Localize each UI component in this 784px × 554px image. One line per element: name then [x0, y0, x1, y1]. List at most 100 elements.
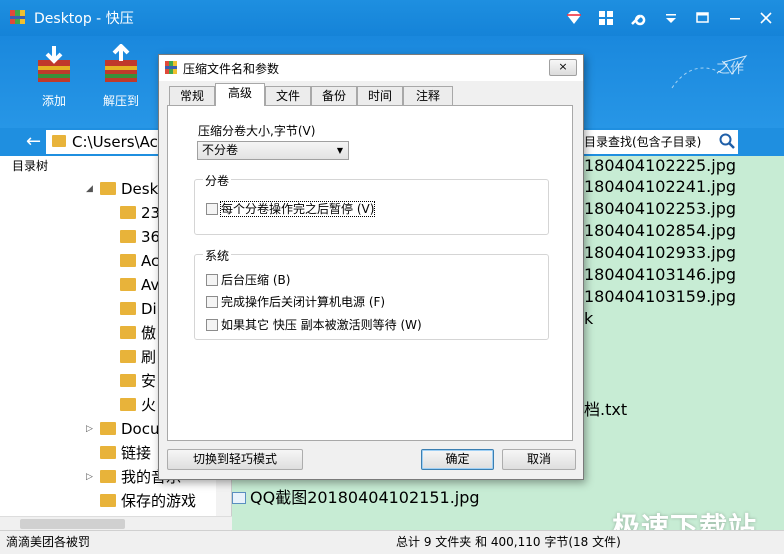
folder-icon	[100, 182, 116, 195]
wait-other-instance-checkbox[interactable]: 如果其它 快压 副本被激活则等待 (W)	[206, 316, 422, 333]
checkbox-box[interactable]	[206, 296, 218, 308]
path-input[interactable]: C:\Users\Ac	[46, 130, 159, 154]
tree-item[interactable]: 保存的游戏	[100, 490, 196, 512]
background-compress-checkbox[interactable]: 后台压缩 (B)	[206, 271, 290, 288]
tree-item-label: Ac	[141, 252, 160, 270]
list-item[interactable]: 180404102225.jpg	[584, 156, 736, 175]
tab-comment[interactable]: 注释	[403, 86, 453, 105]
status-summary: 总计 9 文件夹 和 400,110 字节(18 文件)	[396, 535, 621, 549]
restore-icon[interactable]	[692, 7, 714, 29]
folder-icon	[120, 278, 136, 291]
tab-advanced[interactable]: 高级	[215, 83, 265, 106]
folder-icon	[120, 350, 136, 363]
folder-icon	[100, 494, 116, 507]
paper-plane-icon	[671, 55, 748, 89]
split-size-select[interactable]: 不分卷 ▼	[197, 141, 349, 160]
list-item[interactable]: 180404102854.jpg	[584, 221, 736, 240]
tree-item-label: 刷	[141, 348, 157, 366]
tab-files[interactable]: 文件	[265, 86, 311, 105]
cancel-button[interactable]: 取消	[502, 449, 576, 470]
tree-item[interactable]: 火	[120, 394, 156, 416]
checkbox-box[interactable]	[206, 203, 218, 215]
list-item[interactable]: 180404103159.jpg	[584, 287, 736, 306]
list-item[interactable]: 档.txt	[584, 396, 627, 420]
list-item[interactable]: 180404102241.jpg	[584, 177, 736, 196]
expand-arrow-icon[interactable]: ▷	[86, 418, 93, 440]
tree-item[interactable]: 23	[120, 202, 160, 224]
split-group-title: 分卷	[203, 172, 232, 189]
tree-item[interactable]: ◢ Desk	[86, 178, 158, 200]
checkbox-box[interactable]	[206, 319, 218, 331]
search-placeholder: 目录查找(包含子目录)	[584, 135, 702, 149]
list-item[interactable]: 180404102933.jpg	[584, 243, 736, 262]
collapse-arrow-icon[interactable]: ◢	[86, 178, 93, 200]
split-size-label: 压缩分卷大小,字节(V)	[198, 124, 316, 138]
folder-icon	[120, 254, 136, 267]
tree-item[interactable]: ▷ Docu	[86, 418, 160, 440]
folder-icon	[52, 135, 66, 147]
dialog-close-button[interactable]: ×	[549, 59, 577, 76]
tree-item[interactable]: 傲	[120, 322, 156, 344]
scroll-thumb[interactable]	[20, 519, 125, 529]
tree-horizontal-scrollbar[interactable]	[0, 516, 232, 530]
status-bar: 滴滴美团各被罚 总计 9 文件夹 和 400,110 字节(18 文件)	[0, 530, 784, 554]
tab-backup[interactable]: 备份	[311, 86, 357, 105]
search-icon[interactable]	[718, 132, 736, 150]
folder-icon	[120, 374, 136, 387]
extract-to-button[interactable]: 解压到	[95, 44, 147, 109]
tree-item-label: Di	[141, 300, 157, 318]
tree-item[interactable]: 链接	[100, 442, 151, 464]
list-item[interactable]: k	[584, 309, 593, 328]
checkbox-label: 后台压缩 (B)	[221, 273, 291, 287]
tree-item[interactable]: 36	[120, 226, 160, 248]
tree-item[interactable]: Av	[120, 274, 159, 296]
diamond-icon[interactable]	[563, 7, 585, 29]
pause-after-volume-checkbox[interactable]: 每个分卷操作完之后暂停 (V)	[206, 200, 376, 217]
grid-icon[interactable]	[595, 7, 617, 29]
close-icon[interactable]	[755, 7, 777, 29]
archive-params-dialog: 压缩文件名和参数 × 常规 高级 文件 备份 时间 注释 压缩分卷大小,字节(V…	[158, 54, 584, 480]
tab-time[interactable]: 时间	[357, 86, 403, 105]
switch-lite-mode-button[interactable]: 切换到轻巧模式	[167, 449, 303, 470]
extract-to-label: 解压到	[102, 94, 139, 108]
expand-arrow-icon[interactable]: ▷	[86, 466, 93, 488]
checkbox-label: 如果其它 快压 副本被激活则等待 (W)	[221, 318, 422, 332]
add-label: 添加	[41, 94, 66, 108]
list-item[interactable]: 180404103146.jpg	[584, 265, 736, 284]
path-text: C:\Users\Ac	[72, 133, 158, 151]
folder-icon	[120, 302, 136, 315]
tree-item-label: 安	[141, 372, 157, 390]
add-button[interactable]: 添加	[28, 44, 80, 109]
app-logo-icon	[10, 10, 25, 24]
list-item[interactable]: 180404102253.jpg	[584, 199, 736, 218]
folder-icon	[120, 326, 136, 339]
file-name: 180404102933.jpg	[584, 243, 736, 262]
add-archive-icon	[38, 46, 70, 82]
minimize-icon[interactable]	[724, 7, 746, 29]
tree-item[interactable]: Di	[120, 298, 157, 320]
back-arrow-icon[interactable]: ←	[26, 131, 41, 152]
folder-icon	[120, 206, 136, 219]
window-title: Desktop - 快压	[34, 11, 134, 27]
title-bar: Desktop - 快压	[0, 0, 784, 36]
tree-item[interactable]: Ac	[120, 250, 159, 272]
checkbox-box[interactable]	[206, 274, 218, 286]
dropdown-menu-icon[interactable]	[660, 7, 682, 29]
tab-general[interactable]: 常规	[169, 86, 215, 105]
tree-item-label: Docu	[121, 420, 160, 438]
dialog-title-bar[interactable]: 压缩文件名和参数 ×	[159, 55, 583, 81]
ok-button[interactable]: 确定	[421, 449, 494, 470]
file-name: k	[584, 309, 594, 328]
tree-item[interactable]: 安	[120, 370, 156, 392]
file-name: 180404103159.jpg	[584, 287, 736, 306]
extract-archive-icon	[105, 44, 137, 82]
shutdown-after-checkbox[interactable]: 完成操作后关闭计算机电源 (F)	[206, 293, 385, 310]
wrench-icon[interactable]	[627, 7, 649, 29]
search-input[interactable]: 目录查找(包含子目录)	[584, 130, 738, 154]
tree-item[interactable]: 刷	[120, 346, 156, 368]
list-item[interactable]: QQ截图20180404102151.jpg	[232, 484, 480, 508]
tree-item-label: 傲	[141, 324, 157, 342]
file-name: 180404102253.jpg	[584, 199, 736, 218]
dialog-title: 压缩文件名和参数	[183, 62, 280, 76]
folder-icon	[120, 398, 136, 411]
